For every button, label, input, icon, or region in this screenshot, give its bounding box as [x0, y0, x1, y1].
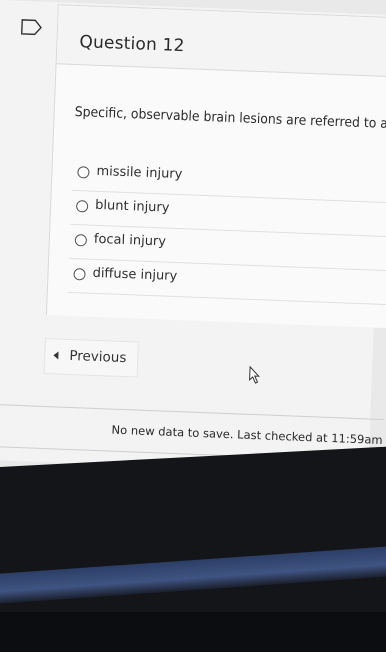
- question-card: Question 12 Specific, observable brain l…: [45, 4, 386, 329]
- photo-scene: Question 12 Specific, observable brain l…: [0, 0, 386, 652]
- radio-button[interactable]: [74, 234, 88, 247]
- save-status-text: No new data to save. Last checked at 11:…: [111, 422, 383, 448]
- option-label: blunt injury: [94, 197, 170, 216]
- mouse-pointer-icon: [249, 365, 260, 384]
- chevron-left-icon: [53, 351, 59, 360]
- previous-button[interactable]: Previous: [43, 337, 139, 378]
- quiz-screen: Question 12 Specific, observable brain l…: [0, 0, 386, 475]
- flag-icon[interactable]: [20, 19, 44, 36]
- radio-button[interactable]: [73, 268, 86, 281]
- question-title: Question 12: [79, 32, 186, 57]
- radio-button[interactable]: [75, 200, 89, 213]
- previous-label: Previous: [69, 347, 127, 367]
- question-text: Specific, observable brain lesions are r…: [74, 103, 386, 133]
- option-label: diffuse injury: [92, 265, 178, 285]
- status-divider-top: [0, 403, 385, 421]
- option-label: focal injury: [93, 231, 167, 250]
- monitor-bottom-edge: [0, 612, 386, 652]
- option-label: missile injury: [96, 163, 183, 183]
- radio-button[interactable]: [77, 166, 90, 179]
